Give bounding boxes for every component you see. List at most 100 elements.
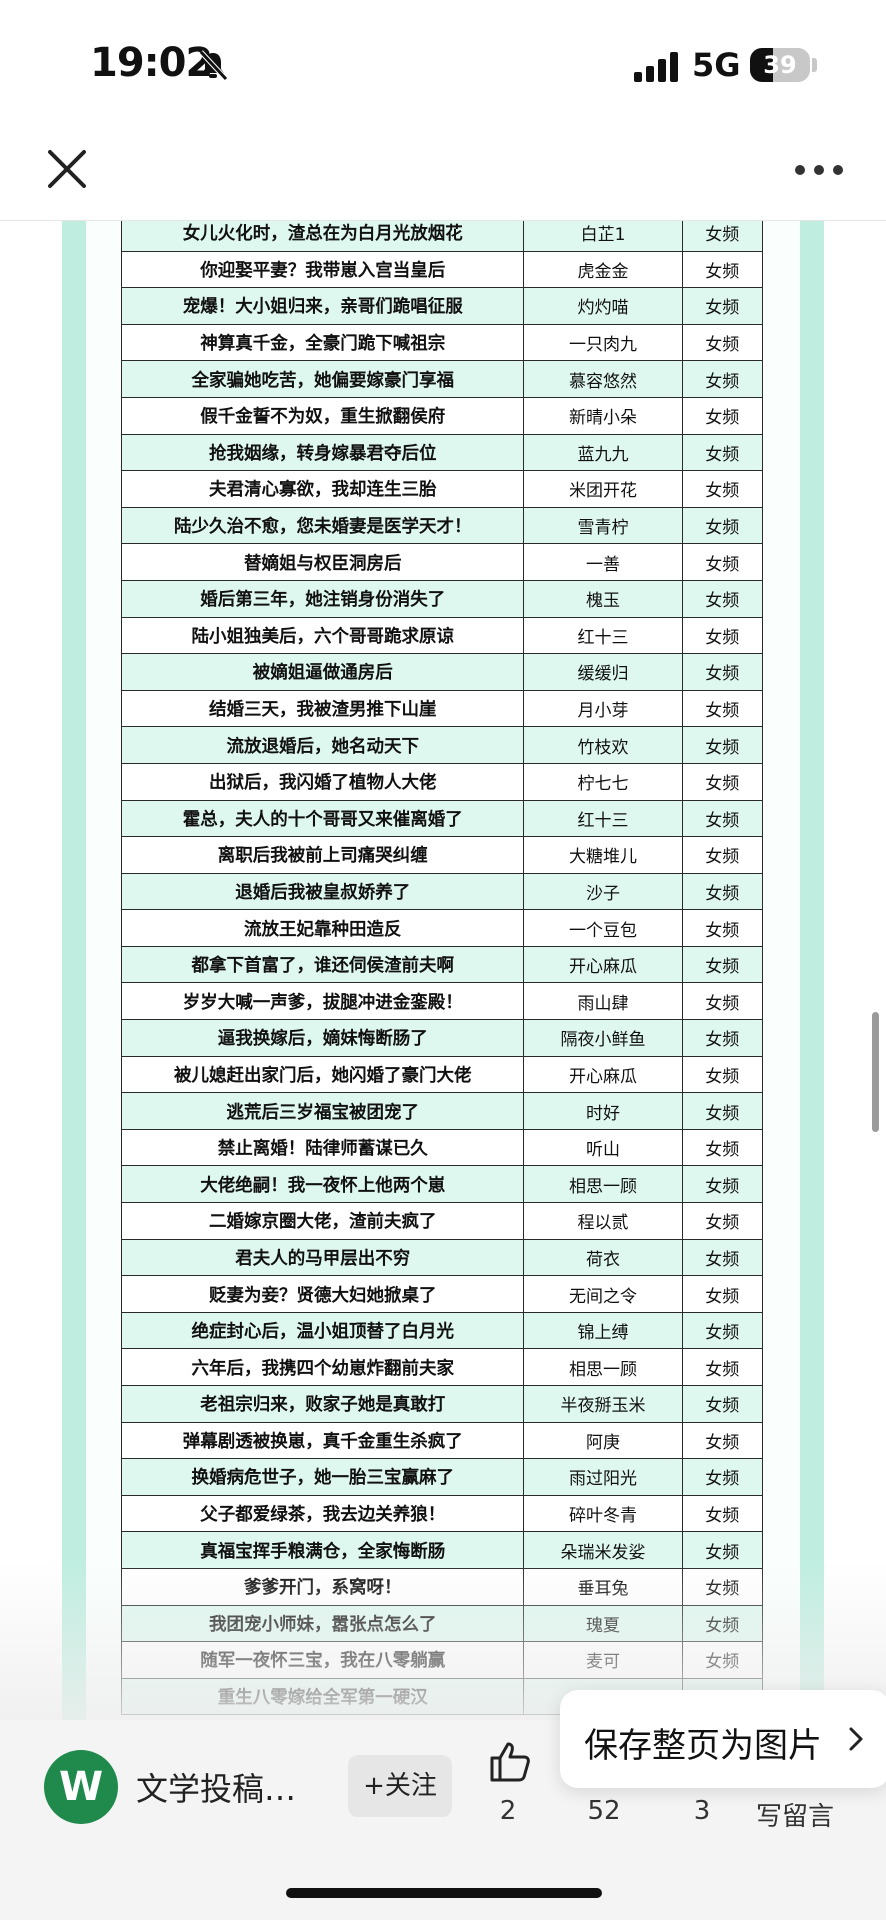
account-name[interactable]: 文学投稿… xyxy=(136,1764,296,1810)
author-cell: 缓缓归 xyxy=(523,654,681,690)
category-cell: 女频 xyxy=(681,654,763,690)
book-title-cell: 退婚后我被皇叔娇养了 xyxy=(121,873,523,910)
book-title-cell: 君夫人的马甲层出不穷 xyxy=(121,1239,523,1276)
author-cell: 一只肉九 xyxy=(523,324,681,361)
category-cell: 女频 xyxy=(681,397,763,434)
share-count[interactable]: 52 xyxy=(564,1796,644,1826)
battery-level: 39 xyxy=(763,51,797,79)
category-cell: 女频 xyxy=(681,1532,763,1568)
category-cell: 女频 xyxy=(681,1056,763,1093)
table-row: 二婚嫁京圈大佬，渣前夫疯了 程以贰 女频 xyxy=(121,1203,763,1240)
author-cell: 雨过阳光 xyxy=(523,1459,681,1495)
book-title-cell: 陆少久治不愈，您未婚妻是医学天才！ xyxy=(121,507,523,544)
book-title-cell: 岁岁大喊一声爹，拔腿冲进金銮殿！ xyxy=(121,983,523,1020)
table-row: 爹爹开门，系窝呀！ 垂耳兔 女频 xyxy=(121,1568,763,1606)
book-title-cell: 六年后，我携四个幼崽炸翻前夫家 xyxy=(121,1349,523,1385)
category-cell: 女频 xyxy=(681,361,763,397)
category-cell: 女频 xyxy=(681,727,763,763)
author-cell: 朵瑞米发娑 xyxy=(523,1532,681,1568)
close-icon[interactable] xyxy=(46,148,88,190)
table-row: 父子都爱绿茶，我去边关养狼！ 碎叶冬青 女频 xyxy=(121,1495,763,1533)
table-row: 换婚病危世子，她一胎三宝赢麻了 雨过阳光 女频 xyxy=(121,1459,763,1496)
table-row: 陆小姐独美后，六个哥哥跪求原谅 红十三 女频 xyxy=(121,617,763,655)
category-cell: 女频 xyxy=(681,1312,763,1349)
category-cell: 女频 xyxy=(681,580,763,617)
book-title-cell: 逃荒后三岁福宝被团宠了 xyxy=(121,1093,523,1129)
scrollbar[interactable] xyxy=(872,1012,879,1132)
table-row: 老祖宗归来，败家子她是真敢打 半夜掰玉米 女频 xyxy=(121,1386,763,1423)
author-cell: 开心麻瓜 xyxy=(523,1056,681,1093)
book-title-cell: 爹爹开门，系窝呀！ xyxy=(121,1568,523,1605)
status-time: 19:02 xyxy=(90,40,213,86)
category-cell: 女频 xyxy=(681,690,763,727)
book-title-cell: 夫君清心寡欲，我却连生三胎 xyxy=(121,471,523,507)
author-cell: 隔夜小鲜鱼 xyxy=(523,1020,681,1056)
thumbs-up-icon[interactable] xyxy=(486,1738,534,1786)
author-cell: 新晴小朵 xyxy=(523,397,681,434)
book-title-cell: 替嫡姐与权臣洞房后 xyxy=(121,544,523,580)
table-row: 都拿下首富了，谁还伺侯渣前夫啊 开心麻瓜 女频 xyxy=(121,946,763,984)
category-cell: 女频 xyxy=(681,1020,763,1056)
article-content[interactable]: 女儿火化时，渣总在为白月光放烟花 白芷1 女频 你迎娶平妻？我带崽入宫当皇后 虎金金 女频… xyxy=(0,221,886,1721)
category-cell: 女频 xyxy=(681,1093,763,1129)
table-row: 婚后第三年，她注销身份消失了 槐玉 女频 xyxy=(121,580,763,618)
book-title-cell: 流放王妃靠种田造反 xyxy=(121,910,523,946)
book-title-cell: 被儿媳赶出家门后，她闪婚了豪门大佬 xyxy=(121,1056,523,1093)
book-title-cell: 真福宝挥手粮满仓，全家悔断肠 xyxy=(121,1532,523,1568)
category-cell: 女频 xyxy=(681,1642,763,1678)
category-cell: 女频 xyxy=(681,288,763,324)
table-row: 禁止离婚！陆律师蓄谋已久 听山 女频 xyxy=(121,1129,763,1167)
favorite-count[interactable]: 3 xyxy=(662,1796,742,1826)
book-title-cell: 都拿下首富了，谁还伺侯渣前夫啊 xyxy=(121,946,523,983)
table-row: 逃荒后三岁福宝被团宠了 时好 女频 xyxy=(121,1093,763,1130)
author-cell: 雨山肆 xyxy=(523,983,681,1020)
table-row: 大佬绝嗣！我一夜怀上他两个崽 相思一顾 女频 xyxy=(121,1166,763,1204)
author-cell: 碎叶冬青 xyxy=(523,1495,681,1532)
table-row: 绝症封心后，温小姐顶替了白月光 锦上缚 女频 xyxy=(121,1312,763,1350)
book-title-cell: 宠爆！大小姐归来，亲哥们跪唱征服 xyxy=(121,288,523,324)
table-row: 贬妻为妾？贤德大妇她掀桌了 无间之令 女频 xyxy=(121,1276,763,1313)
table-row: 我团宠小师妹，嚣张点怎么了 瑰夏 女频 xyxy=(121,1605,763,1643)
book-title-cell: 父子都爱绿茶，我去边关养狼！ xyxy=(121,1495,523,1532)
author-cell: 开心麻瓜 xyxy=(523,946,681,983)
book-title-cell: 二婚嫁京圈大佬，渣前夫疯了 xyxy=(121,1203,523,1239)
table-row: 随军一夜怀三宝，我在八零躺赢 麦可 女频 xyxy=(121,1642,763,1679)
table-row: 被儿媳赶出家门后，她闪婚了豪门大佬 开心麻瓜 女频 xyxy=(121,1056,763,1094)
more-dots-icon[interactable] xyxy=(794,160,844,180)
author-cell: 垂耳兔 xyxy=(523,1568,681,1605)
book-title-cell: 我团宠小师妹，嚣张点怎么了 xyxy=(121,1605,523,1642)
home-indicator[interactable] xyxy=(286,1888,602,1898)
book-title-cell: 大佬绝嗣！我一夜怀上他两个崽 xyxy=(121,1166,523,1203)
table-row: 弹幕剧透被换崽，真千金重生杀疯了 阿庚 女频 xyxy=(121,1422,763,1460)
author-cell: 听山 xyxy=(523,1129,681,1166)
book-title-cell: 禁止离婚！陆律师蓄谋已久 xyxy=(121,1129,523,1166)
category-cell: 女频 xyxy=(681,471,763,507)
table-row: 流放退婚后，她名动天下 竹枝欢 女频 xyxy=(121,727,763,764)
table-row: 夫君清心寡欲，我却连生三胎 米团开花 女频 xyxy=(121,471,763,508)
author-cell: 程以贰 xyxy=(523,1203,681,1239)
nav-bar xyxy=(0,130,886,221)
category-cell: 女频 xyxy=(681,221,763,251)
book-title-cell: 神算真千金，全豪门跪下喊祖宗 xyxy=(121,324,523,361)
table-row: 君夫人的马甲层出不穷 荷衣 女频 xyxy=(121,1239,763,1277)
author-cell: 阿庚 xyxy=(523,1422,681,1459)
avatar[interactable]: W xyxy=(44,1750,118,1824)
category-cell: 女频 xyxy=(681,1166,763,1203)
book-title-cell: 结婚三天，我被渣男推下山崖 xyxy=(121,690,523,727)
write-comment-button[interactable]: 写留言 xyxy=(756,1796,834,1833)
category-cell: 女频 xyxy=(681,1349,763,1385)
author-cell: 荷衣 xyxy=(523,1239,681,1276)
table-row: 出狱后，我闪婚了植物人大佬 柠七七 女频 xyxy=(121,763,763,801)
save-page-popup[interactable]: 保存整页为图片 xyxy=(560,1690,886,1788)
table-row: 结婚三天，我被渣男推下山崖 月小芽 女频 xyxy=(121,690,763,728)
like-count: 2 xyxy=(499,1796,517,1826)
category-cell: 女频 xyxy=(681,617,763,654)
book-title-cell: 假千金誓不为奴，重生掀翻侯府 xyxy=(121,397,523,434)
category-cell: 女频 xyxy=(681,1129,763,1166)
table-row: 被嫡姐逼做通房后 缓缓归 女频 xyxy=(121,654,763,691)
author-cell: 雪青柠 xyxy=(523,507,681,544)
table-row: 宠爆！大小姐归来，亲哥们跪唱征服 灼灼喵 女频 xyxy=(121,288,763,325)
author-cell: 相思一顾 xyxy=(523,1349,681,1385)
table-row: 六年后，我携四个幼崽炸翻前夫家 相思一顾 女频 xyxy=(121,1349,763,1386)
follow-button[interactable]: +关注 xyxy=(348,1755,452,1817)
